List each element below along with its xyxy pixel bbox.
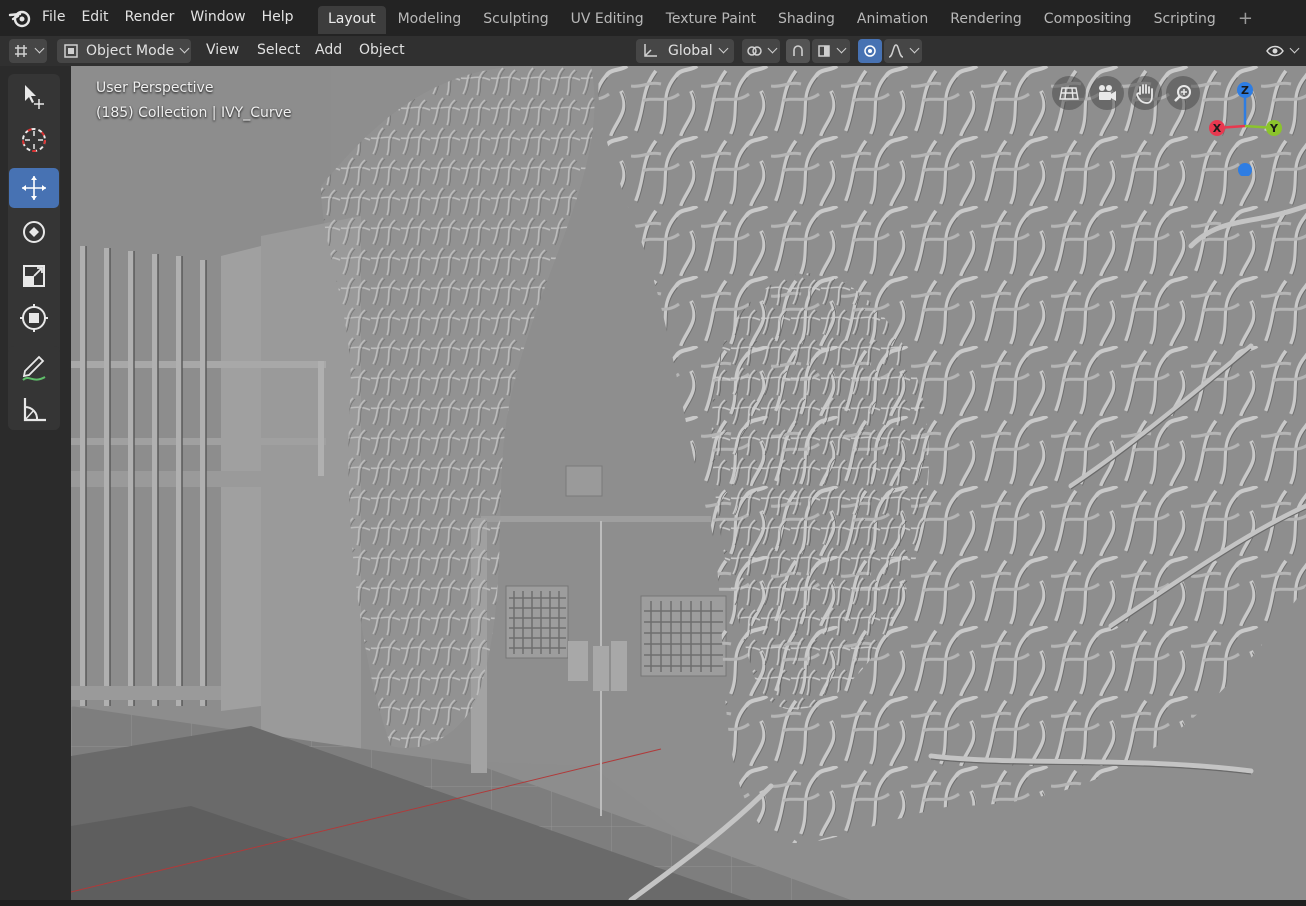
y-axis-label: Y <box>1269 122 1279 135</box>
workspace-tabs: Layout Modeling Sculpting UV Editing Tex… <box>318 6 1263 34</box>
editor-type-icon <box>15 45 27 57</box>
editor-type-button[interactable] <box>9 39 47 63</box>
select-tool[interactable] <box>9 76 59 116</box>
cursor-tool[interactable] <box>9 120 59 160</box>
tab-layout[interactable]: Layout <box>318 6 386 34</box>
top-menu-bar: File Edit Render Window Help Layout Mode… <box>0 0 1306 36</box>
orientation-icon <box>644 44 657 57</box>
navigation-gizmo[interactable]: Z X Y <box>1201 76 1291 176</box>
scale-tool[interactable] <box>9 256 59 296</box>
snap-target-icon <box>818 45 830 57</box>
tab-animation[interactable]: Animation <box>847 6 938 34</box>
annotate-tool[interactable] <box>9 348 59 388</box>
orientation-label: Global <box>668 43 713 59</box>
tab-sculpting[interactable]: Sculpting <box>473 6 558 34</box>
measure-tool[interactable] <box>9 390 59 430</box>
scene-render <box>71 66 1306 900</box>
mode-select[interactable]: Object Mode <box>57 39 191 63</box>
viewport-header: Object Mode View Select Add Object Globa… <box>0 36 1306 67</box>
visibility-icon <box>1266 45 1284 57</box>
ortho-toggle-button[interactable] <box>1052 76 1086 110</box>
tab-modeling[interactable]: Modeling <box>388 6 472 34</box>
3d-viewport[interactable]: User Perspective (185) Collection | IVY_… <box>71 66 1306 900</box>
pivot-icon <box>747 46 762 56</box>
menu-object[interactable]: Object <box>359 42 405 58</box>
menu-help[interactable]: Help <box>254 9 302 25</box>
add-workspace-button[interactable]: + <box>1228 6 1263 34</box>
pivot-select[interactable] <box>742 39 780 63</box>
rotate-tool-icon <box>23 221 45 243</box>
snap-target-select[interactable] <box>812 39 850 63</box>
status-bar <box>0 900 1306 906</box>
transform-tool-icon <box>20 304 48 332</box>
z-axis-label: Z <box>1241 84 1249 97</box>
cursor-tool-icon <box>22 128 46 152</box>
rotate-tool[interactable] <box>9 212 59 252</box>
tab-rendering[interactable]: Rendering <box>940 6 1032 34</box>
menu-add[interactable]: Add <box>315 42 342 58</box>
snap-toggle[interactable] <box>786 39 810 63</box>
snap-icon <box>793 45 803 56</box>
move-tool[interactable] <box>9 168 59 208</box>
main-menu: File Edit Render Window Help <box>34 0 302 34</box>
tab-uv-editing[interactable]: UV Editing <box>561 6 654 34</box>
tab-texture-paint[interactable]: Texture Paint <box>656 6 766 34</box>
tool-shelf <box>0 66 71 906</box>
menu-file[interactable]: File <box>34 9 73 25</box>
viewport-info: User Perspective (185) Collection | IVY_… <box>96 76 292 126</box>
menu-edit[interactable]: Edit <box>73 9 116 25</box>
measure-tool-icon <box>23 398 46 422</box>
tab-compositing[interactable]: Compositing <box>1034 6 1142 34</box>
tab-scripting[interactable]: Scripting <box>1144 6 1226 34</box>
menu-render[interactable]: Render <box>117 9 183 25</box>
annotate-tool-icon <box>22 355 46 381</box>
neg-z-axis-handle[interactable] <box>1238 163 1252 176</box>
grid-icon <box>1059 87 1079 100</box>
blender-logo-icon[interactable] <box>8 6 32 30</box>
orientation-select[interactable]: Global <box>636 39 734 63</box>
camera-icon <box>1099 85 1116 101</box>
proportional-edit-icon <box>864 45 876 57</box>
tab-shading[interactable]: Shading <box>768 6 845 34</box>
object-mode-icon <box>64 44 78 58</box>
proportional-edit-toggle[interactable] <box>858 39 882 63</box>
transform-tool[interactable] <box>9 298 59 338</box>
zoom-view-button[interactable] <box>1166 76 1200 110</box>
hand-icon <box>1136 84 1153 104</box>
menu-view[interactable]: View <box>206 42 239 58</box>
perspective-label: User Perspective <box>96 80 214 96</box>
menu-select[interactable]: Select <box>257 42 300 58</box>
x-axis-label: X <box>1213 122 1222 135</box>
menu-window[interactable]: Window <box>182 9 253 25</box>
move-tool-icon <box>22 176 46 200</box>
select-tool-icon <box>25 85 44 109</box>
falloff-curve-icon <box>888 44 904 58</box>
falloff-select[interactable] <box>884 39 922 63</box>
collection-label: (185) Collection | IVY_Curve <box>96 105 292 121</box>
zoom-icon <box>1174 85 1191 102</box>
mode-label: Object Mode <box>86 43 175 59</box>
visibility-select[interactable] <box>1262 39 1302 63</box>
scale-tool-icon <box>23 265 45 287</box>
camera-view-button[interactable] <box>1090 76 1124 110</box>
pan-view-button[interactable] <box>1128 76 1162 110</box>
